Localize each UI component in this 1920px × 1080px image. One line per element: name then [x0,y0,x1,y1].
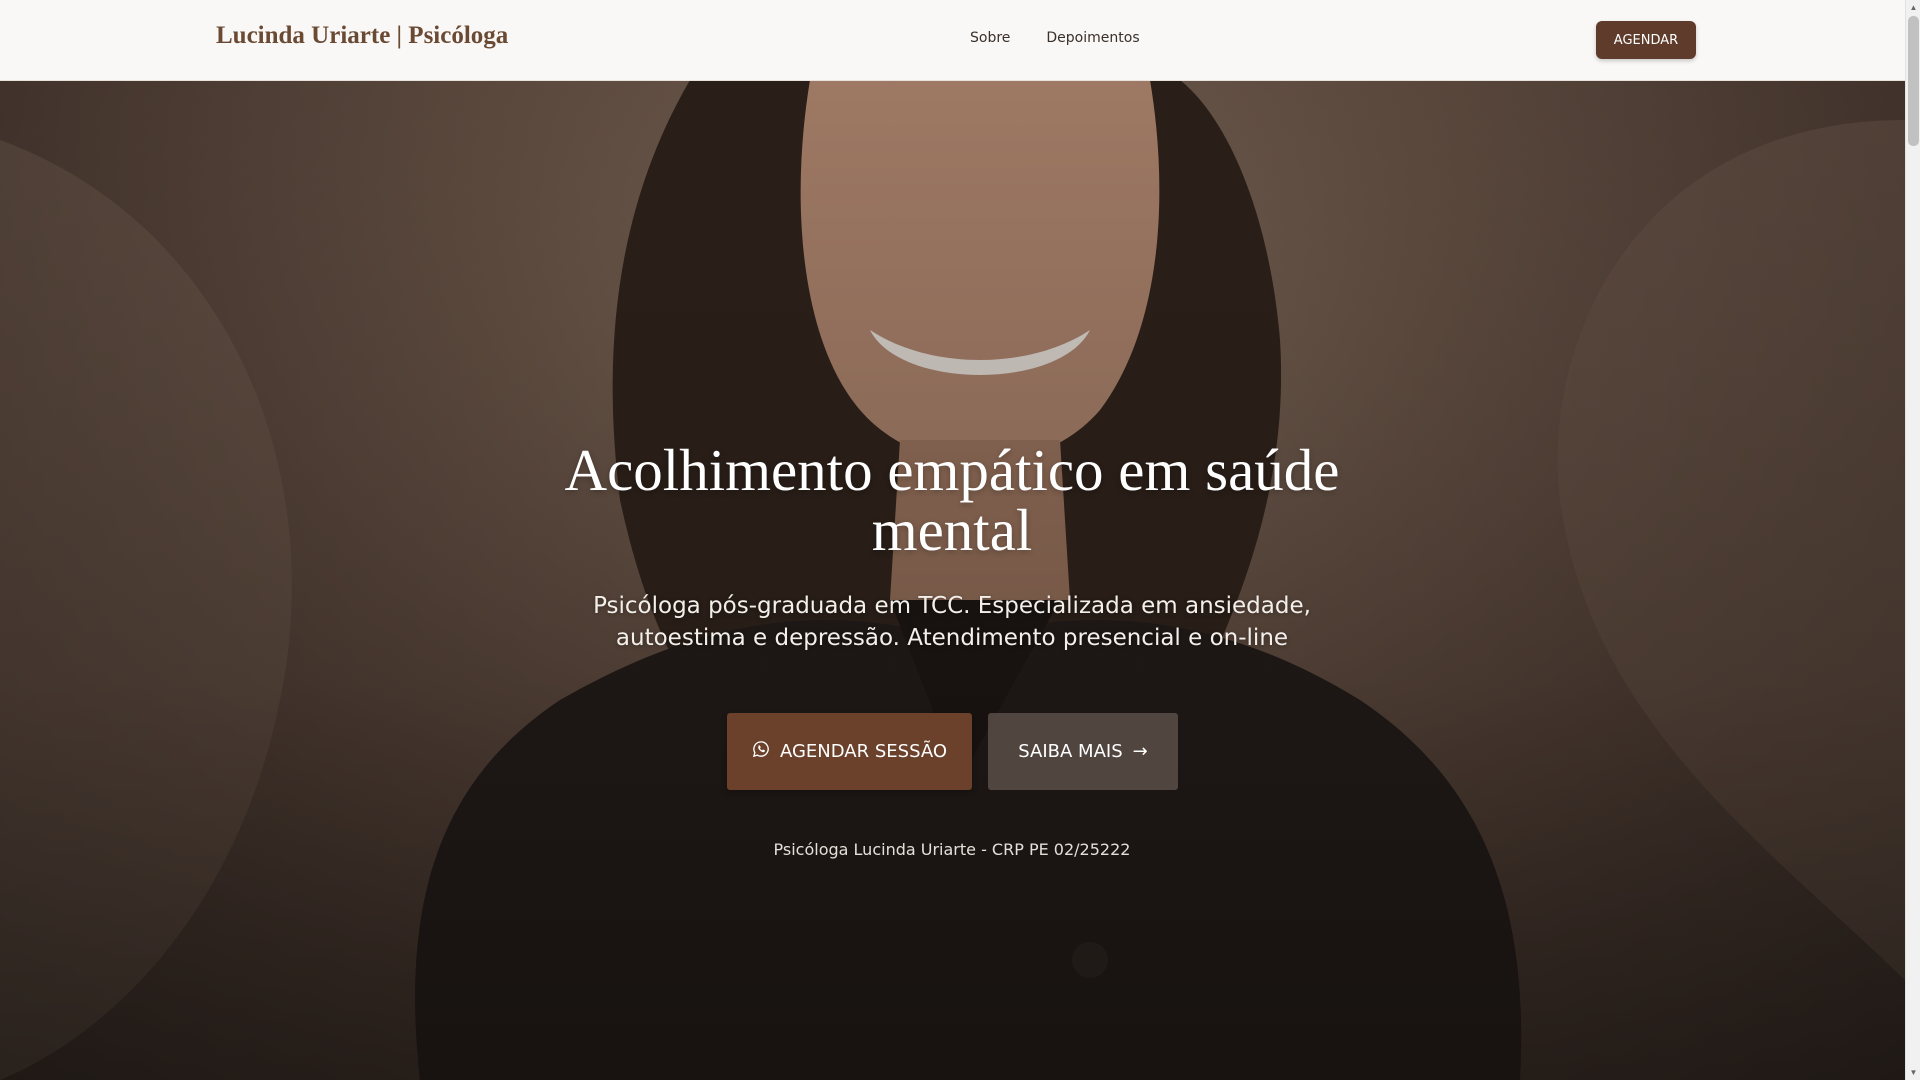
scroll-down-icon[interactable]: ▼ [1906,1065,1920,1080]
site-brand[interactable]: Lucinda Uriarte | Psicóloga [216,22,508,50]
scroll-up-icon[interactable]: ▲ [1906,0,1920,15]
arrow-right-icon: → [1132,741,1148,762]
credential-text: Psicóloga Lucinda Uriarte - CRP PE 02/25… [773,840,1131,859]
agendar-sessao-label: AGENDAR SESSÃO [779,741,948,762]
nav-link-depoimentos[interactable]: Depoimentos [1046,30,1139,46]
hero-subtitle: Psicóloga pós-graduada em TCC. Especiali… [593,593,1311,651]
hero-title: Acolhimento empático em saúde mental [564,437,1340,563]
saiba-mais-button[interactable]: SAIBA MAIS → [988,713,1178,790]
agendar-sessao-button[interactable]: AGENDAR SESSÃO [727,713,972,790]
hero-section: Acolhimento empático em saúde mental Psi… [0,80,1905,1080]
whatsapp-icon [752,740,770,763]
main-nav: Sobre Depoimentos [970,30,1140,46]
site-header: Lucinda Uriarte | Psicóloga Sobre Depoim… [0,0,1905,81]
page: Lucinda Uriarte | Psicóloga Sobre Depoim… [0,0,1920,1080]
saiba-mais-label: SAIBA MAIS [1018,741,1123,762]
hero-overlay [0,80,1905,1080]
scroll-thumb[interactable] [1908,16,1919,146]
page-scrollbar[interactable]: ▲ ▼ [1905,0,1920,1080]
agendar-button[interactable]: AGENDAR [1596,21,1696,59]
nav-link-sobre[interactable]: Sobre [970,30,1010,46]
